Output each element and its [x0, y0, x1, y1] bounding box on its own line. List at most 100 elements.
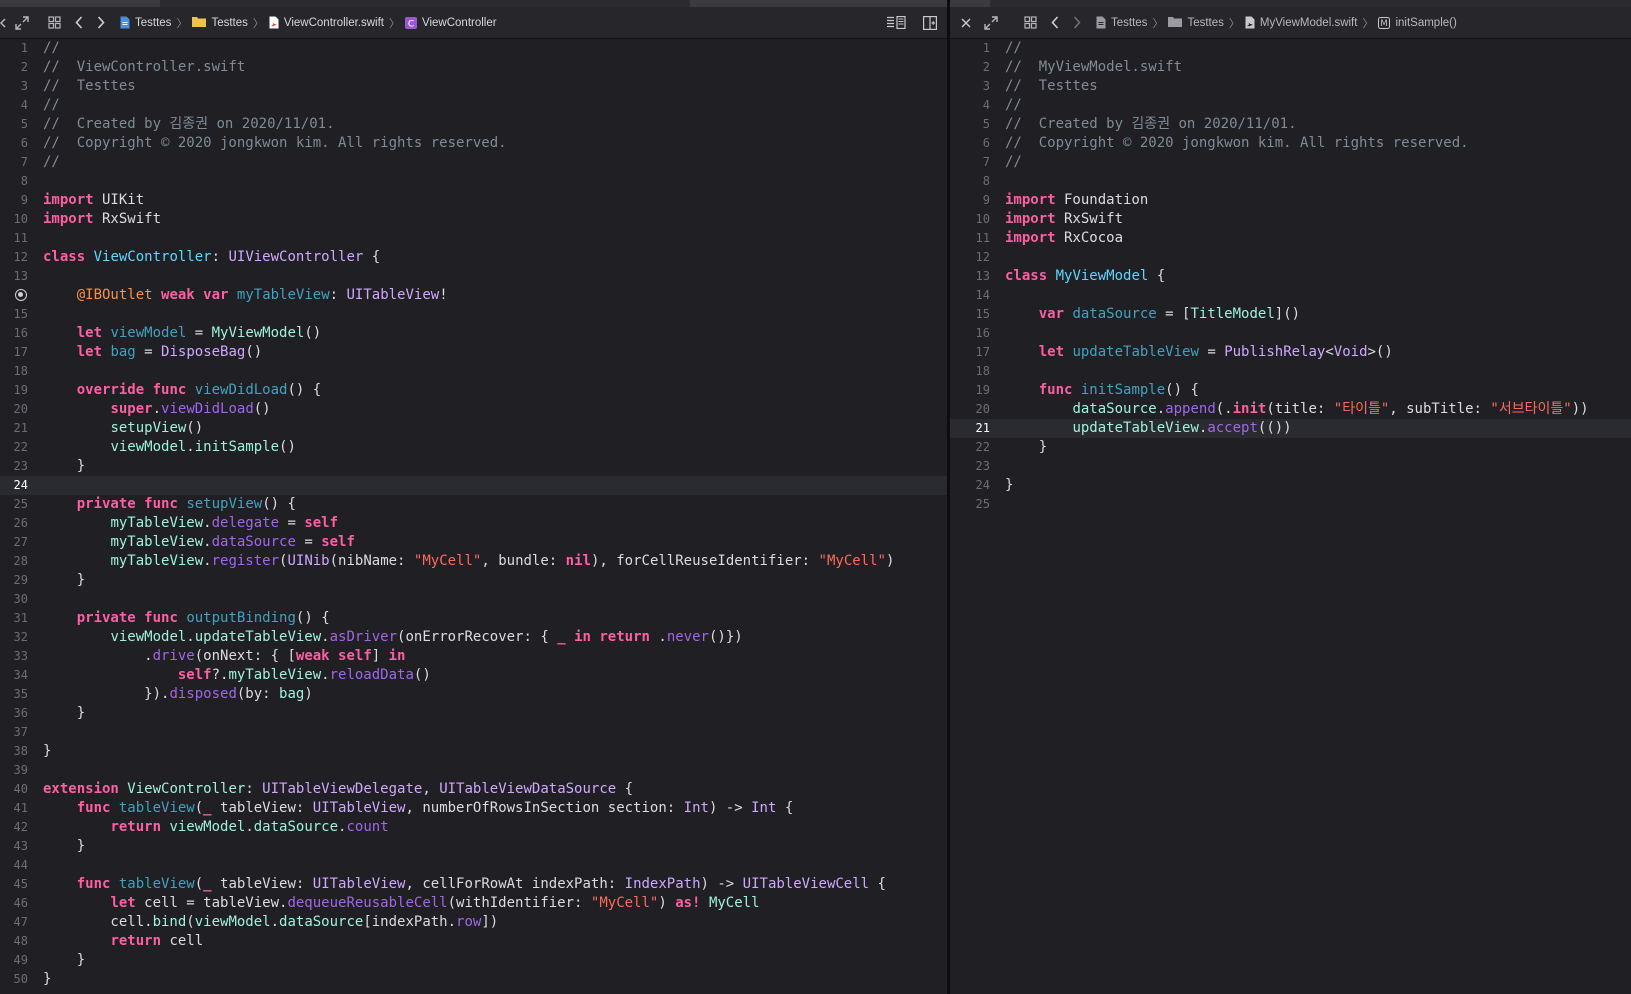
forward-chevron-icon[interactable]	[90, 7, 112, 38]
code-line[interactable]: 11 import RxCocoa	[950, 229, 1631, 248]
code-line[interactable]: 29 }	[0, 571, 947, 590]
breadcrumb-file[interactable]: ViewController.swift	[269, 16, 384, 29]
code-line[interactable]: 22 }	[950, 438, 1631, 457]
code-line[interactable]: 16	[950, 324, 1631, 343]
code-line[interactable]: 7 //	[0, 153, 947, 172]
code-line[interactable]: 16 let viewModel = MyViewModel()	[0, 324, 947, 343]
code-line[interactable]: 10 import RxSwift	[950, 210, 1631, 229]
code-line[interactable]: 42 return viewModel.dataSource.count	[0, 818, 947, 837]
code-line[interactable]: 2 // MyViewModel.swift	[950, 58, 1631, 77]
code-line[interactable]: @IBOutlet weak var myTableView: UITableV…	[0, 286, 947, 305]
code-line[interactable]: 47 cell.bind(viewModel.dataSource[indexP…	[0, 913, 947, 932]
code-line[interactable]: 20 super.viewDidLoad()	[0, 400, 947, 419]
code-line[interactable]: 4 //	[950, 96, 1631, 115]
close-icon[interactable]	[952, 7, 980, 38]
code-line[interactable]: 35 }).disposed(by: bag)	[0, 685, 947, 704]
code-line[interactable]: 5 // Created by 김종권 on 2020/11/01.	[0, 115, 947, 134]
code-line[interactable]: 9 import Foundation	[950, 191, 1631, 210]
code-line[interactable]: 39	[0, 761, 947, 780]
code-line[interactable]: 30	[0, 590, 947, 609]
code-line[interactable]: 6 // Copyright © 2020 jongkwon kim. All r…	[0, 134, 947, 153]
expand-icon[interactable]	[10, 7, 34, 38]
add-editor-icon[interactable]	[913, 7, 947, 38]
code-line[interactable]: 45 func tableView(_ tableView: UITableVi…	[0, 875, 947, 894]
code-line[interactable]: 14	[950, 286, 1631, 305]
code-line[interactable]: 20 dataSource.append(.init(title: "타이틀",…	[950, 400, 1631, 419]
code-line[interactable]: 37	[0, 723, 947, 742]
code-line[interactable]: 27 myTableView.dataSource = self	[0, 533, 947, 552]
code-line[interactable]: 11	[0, 229, 947, 248]
code-line[interactable]: 41 func tableView(_ tableView: UITableVi…	[0, 799, 947, 818]
code-line[interactable]: 24	[0, 476, 947, 495]
code-line[interactable]: 26 myTableView.delegate = self	[0, 514, 947, 533]
code-line[interactable]: 3 // Testtes	[0, 77, 947, 96]
code-line[interactable]: 34 self?.myTableView.reloadData()	[0, 666, 947, 685]
code-line[interactable]: 19 func initSample() {	[950, 381, 1631, 400]
code-line[interactable]: 4 //	[0, 96, 947, 115]
tab-segment[interactable]	[690, 0, 990, 7]
code-line[interactable]: 28 myTableView.register(UINib(nibName: "…	[0, 552, 947, 571]
code-line[interactable]: 9 import UIKit	[0, 191, 947, 210]
code-line[interactable]: 15	[0, 305, 947, 324]
code-line[interactable]: 13	[0, 267, 947, 286]
code-line[interactable]: 21 updateTableView.accept(())	[950, 419, 1631, 438]
related-items-grid-icon[interactable]	[40, 7, 68, 38]
code-line[interactable]: 33 .drive(onNext: { [weak self] in	[0, 647, 947, 666]
code-line[interactable]: 23 }	[0, 457, 947, 476]
tab-segment[interactable]	[0, 0, 160, 7]
code-line[interactable]: 38}	[0, 742, 947, 761]
code-line[interactable]: 44	[0, 856, 947, 875]
code-line[interactable]: 23	[950, 457, 1631, 476]
code-line[interactable]: 1 //	[0, 39, 947, 58]
code-line[interactable]: 12 class ViewController: UIViewController…	[0, 248, 947, 267]
back-chevron-icon[interactable]	[68, 7, 90, 38]
code-line[interactable]: 7 //	[950, 153, 1631, 172]
code-line[interactable]: 31 private func outputBinding() {	[0, 609, 947, 628]
code-line[interactable]: 49 }	[0, 951, 947, 970]
code-line[interactable]: 48 return cell	[0, 932, 947, 951]
breadcrumb-symbol[interactable]: C ViewController	[405, 16, 497, 29]
related-items-grid-icon[interactable]	[1016, 7, 1044, 38]
code-line[interactable]: 36 }	[0, 704, 947, 723]
code-line[interactable]: 6 // Copyright © 2020 jongkwon kim. All r…	[950, 134, 1631, 153]
code-line[interactable]: 24}	[950, 476, 1631, 495]
code-editor[interactable]: 1 // 2 // ViewController.swift 3 // Testtes 4 /…	[0, 39, 947, 989]
breadcrumb-folder[interactable]: Testtes	[1168, 16, 1224, 29]
code-line[interactable]: 15 var dataSource = [TitleModel]()	[950, 305, 1631, 324]
editor-options-icon[interactable]	[879, 7, 913, 38]
code-line[interactable]: 2 // ViewController.swift	[0, 58, 947, 77]
code-editor[interactable]: 1 // 2 // MyViewModel.swift 3 // Testtes 4 // 5 /…	[950, 39, 1631, 514]
code-line[interactable]: 40 extension ViewController: UITableViewD…	[0, 780, 947, 799]
code-line[interactable]: 22 viewModel.initSample()	[0, 438, 947, 457]
breadcrumb-project[interactable]: Testtes	[1096, 16, 1147, 29]
code-line[interactable]: 17 let bag = DisposeBag()	[0, 343, 947, 362]
breadcrumb-project[interactable]: Testtes	[120, 16, 171, 29]
code-line[interactable]: 5 // Created by 김종권 on 2020/11/01.	[950, 115, 1631, 134]
chevron-left-icon[interactable]	[0, 7, 8, 38]
code-line[interactable]: 10 import RxSwift	[0, 210, 947, 229]
code-line[interactable]: 25 private func setupView() {	[0, 495, 947, 514]
code-line[interactable]: 13 class MyViewModel {	[950, 267, 1631, 286]
code-line[interactable]: 18	[950, 362, 1631, 381]
forward-chevron-icon[interactable]	[1066, 7, 1088, 38]
breadcrumb-file[interactable]: MyViewModel.swift	[1245, 16, 1357, 29]
code-line[interactable]: 8	[950, 172, 1631, 191]
code-line[interactable]: 32 viewModel.updateTableView.asDriver(on…	[0, 628, 947, 647]
code-line[interactable]: 8	[0, 172, 947, 191]
code-line[interactable]: 3 // Testtes	[950, 77, 1631, 96]
code-line[interactable]: 18	[0, 362, 947, 381]
code-line[interactable]: 12	[950, 248, 1631, 267]
back-chevron-icon[interactable]	[1044, 7, 1066, 38]
code-line[interactable]: 21 setupView()	[0, 419, 947, 438]
breadcrumb-symbol[interactable]: M initSample()	[1378, 16, 1457, 29]
code-line[interactable]: 50}	[0, 970, 947, 989]
expand-icon[interactable]	[980, 7, 1002, 38]
code-line[interactable]: 46 let cell = tableView.dequeueReusableC…	[0, 894, 947, 913]
code-line[interactable]: 25	[950, 495, 1631, 514]
code-line[interactable]: 1 //	[950, 39, 1631, 58]
code-line[interactable]: 17 let updateTableView = PublishRelay<Vo…	[950, 343, 1631, 362]
outlet-connection-icon[interactable]	[15, 289, 27, 301]
breadcrumb-folder[interactable]: Testtes	[192, 16, 248, 29]
code-line[interactable]: 43 }	[0, 837, 947, 856]
code-line[interactable]: 19 override func viewDidLoad() {	[0, 381, 947, 400]
